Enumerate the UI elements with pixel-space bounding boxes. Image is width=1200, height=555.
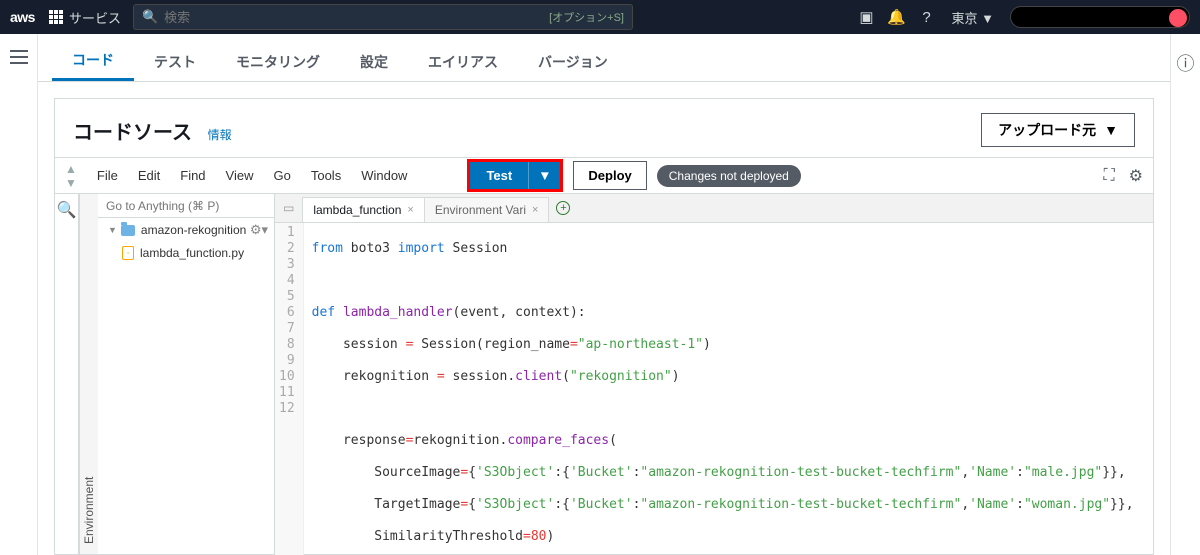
chevron-down-icon: ▼ bbox=[1104, 122, 1118, 138]
menu-tools[interactable]: Tools bbox=[301, 168, 351, 183]
file-explorer: 🔍 Environment ▼ amazon-rekognition ⚙▾ bbox=[55, 194, 275, 554]
menu-go[interactable]: Go bbox=[264, 168, 301, 183]
chevron-down-icon: ▼ bbox=[108, 225, 117, 235]
code-area[interactable]: 123456789101112 from boto3 import Sessio… bbox=[275, 223, 1153, 555]
environment-tab[interactable]: Environment bbox=[79, 194, 98, 554]
info-link[interactable]: 情報 bbox=[208, 128, 232, 142]
aws-header: aws サービス 🔍 [オプション+S] ▣ 🔔 ? 東京 ▼ ▼ bbox=[0, 0, 1200, 34]
menu-find[interactable]: Find bbox=[170, 168, 215, 183]
tab-monitoring[interactable]: モニタリング bbox=[216, 42, 340, 80]
menu-edit[interactable]: Edit bbox=[128, 168, 170, 183]
cloudshell-icon[interactable]: ▣ bbox=[852, 8, 882, 26]
test-button[interactable]: Test bbox=[470, 162, 529, 189]
deploy-button[interactable]: Deploy bbox=[573, 161, 646, 190]
tab-settings[interactable]: 設定 bbox=[340, 42, 408, 80]
notifications-icon[interactable]: 🔔 bbox=[882, 8, 912, 26]
region-selector[interactable]: 東京 ▼ bbox=[952, 8, 995, 27]
fullscreen-icon[interactable]: ⛶ bbox=[1103, 167, 1114, 185]
nav-toggle-icon[interactable] bbox=[10, 50, 28, 64]
collapse-icon[interactable]: ▲▼ bbox=[65, 162, 77, 190]
tab-versions[interactable]: バージョン bbox=[518, 42, 628, 80]
ide: ▲▼ File Edit Find View Go Tools Window T… bbox=[55, 157, 1153, 554]
folder-gear-icon[interactable]: ⚙▾ bbox=[250, 222, 268, 238]
upload-from-button[interactable]: アップロード元▼ bbox=[981, 113, 1135, 147]
folder-icon bbox=[121, 225, 135, 236]
tab-aliases[interactable]: エイリアス bbox=[408, 42, 518, 80]
help-icon[interactable]: ? bbox=[912, 9, 942, 26]
main-content: コード テスト モニタリング 設定 エイリアス バージョン コードソース 情報 … bbox=[38, 34, 1170, 555]
aws-logo[interactable]: aws bbox=[10, 9, 35, 25]
search-gutter[interactable]: 🔍 bbox=[55, 194, 79, 554]
editor: ▭ lambda_function× Environment Vari× + 1… bbox=[275, 194, 1153, 554]
close-icon[interactable]: × bbox=[407, 204, 413, 216]
close-icon[interactable]: × bbox=[532, 204, 538, 216]
right-rail: ⓘ bbox=[1170, 34, 1200, 555]
code-text[interactable]: from boto3 import Session def lambda_han… bbox=[304, 223, 1142, 555]
grid-icon bbox=[49, 10, 63, 24]
code-source-panel: コードソース 情報 アップロード元▼ ▲▼ File Edit Find Vie… bbox=[54, 98, 1154, 555]
editor-tab-lambda[interactable]: lambda_function× bbox=[302, 197, 425, 222]
panel-title: コードソース 情報 bbox=[73, 116, 232, 145]
line-gutter: 123456789101112 bbox=[275, 223, 304, 555]
add-tab-icon[interactable]: + bbox=[556, 201, 570, 215]
python-file-icon: ◦ bbox=[122, 246, 134, 260]
settings-gear-icon[interactable]: ⚙ bbox=[1129, 166, 1143, 186]
ide-menubar: ▲▼ File Edit Find View Go Tools Window T… bbox=[55, 158, 1153, 194]
goto-anything-input[interactable] bbox=[106, 199, 266, 213]
search-shortcut-hint: [オプション+S] bbox=[549, 9, 624, 25]
tree-root-folder[interactable]: ▼ amazon-rekognition ⚙▾ bbox=[98, 218, 274, 242]
account-menu[interactable]: ▼ bbox=[1010, 6, 1190, 28]
editor-tab-envvars[interactable]: Environment Vari× bbox=[424, 197, 550, 222]
changes-not-deployed-badge: Changes not deployed bbox=[657, 165, 801, 187]
search-icon: 🔍 bbox=[142, 9, 158, 25]
test-button-highlight: Test ▼ bbox=[467, 159, 563, 192]
tab-test[interactable]: テスト bbox=[134, 42, 216, 80]
services-menu[interactable]: サービス bbox=[49, 8, 121, 27]
global-search[interactable]: 🔍 [オプション+S] bbox=[133, 4, 633, 30]
info-circle-icon[interactable]: ⓘ bbox=[1177, 50, 1195, 76]
search-input[interactable] bbox=[164, 10, 549, 25]
tab-code[interactable]: コード bbox=[52, 40, 134, 81]
menu-window[interactable]: Window bbox=[351, 168, 417, 183]
tree-file-item[interactable]: ◦ lambda_function.py bbox=[98, 242, 274, 264]
test-dropdown-button[interactable]: ▼ bbox=[529, 162, 560, 189]
editor-tabstrip: ▭ lambda_function× Environment Vari× + bbox=[275, 194, 1153, 223]
services-label: サービス bbox=[69, 8, 121, 27]
magnifier-icon: 🔍 bbox=[57, 200, 77, 220]
function-tabs: コード テスト モニタリング 設定 エイリアス バージョン bbox=[38, 34, 1170, 82]
left-rail bbox=[0, 34, 38, 555]
menu-view[interactable]: View bbox=[216, 168, 264, 183]
tab-list-icon[interactable]: ▭ bbox=[275, 201, 302, 215]
menu-file[interactable]: File bbox=[87, 168, 128, 183]
